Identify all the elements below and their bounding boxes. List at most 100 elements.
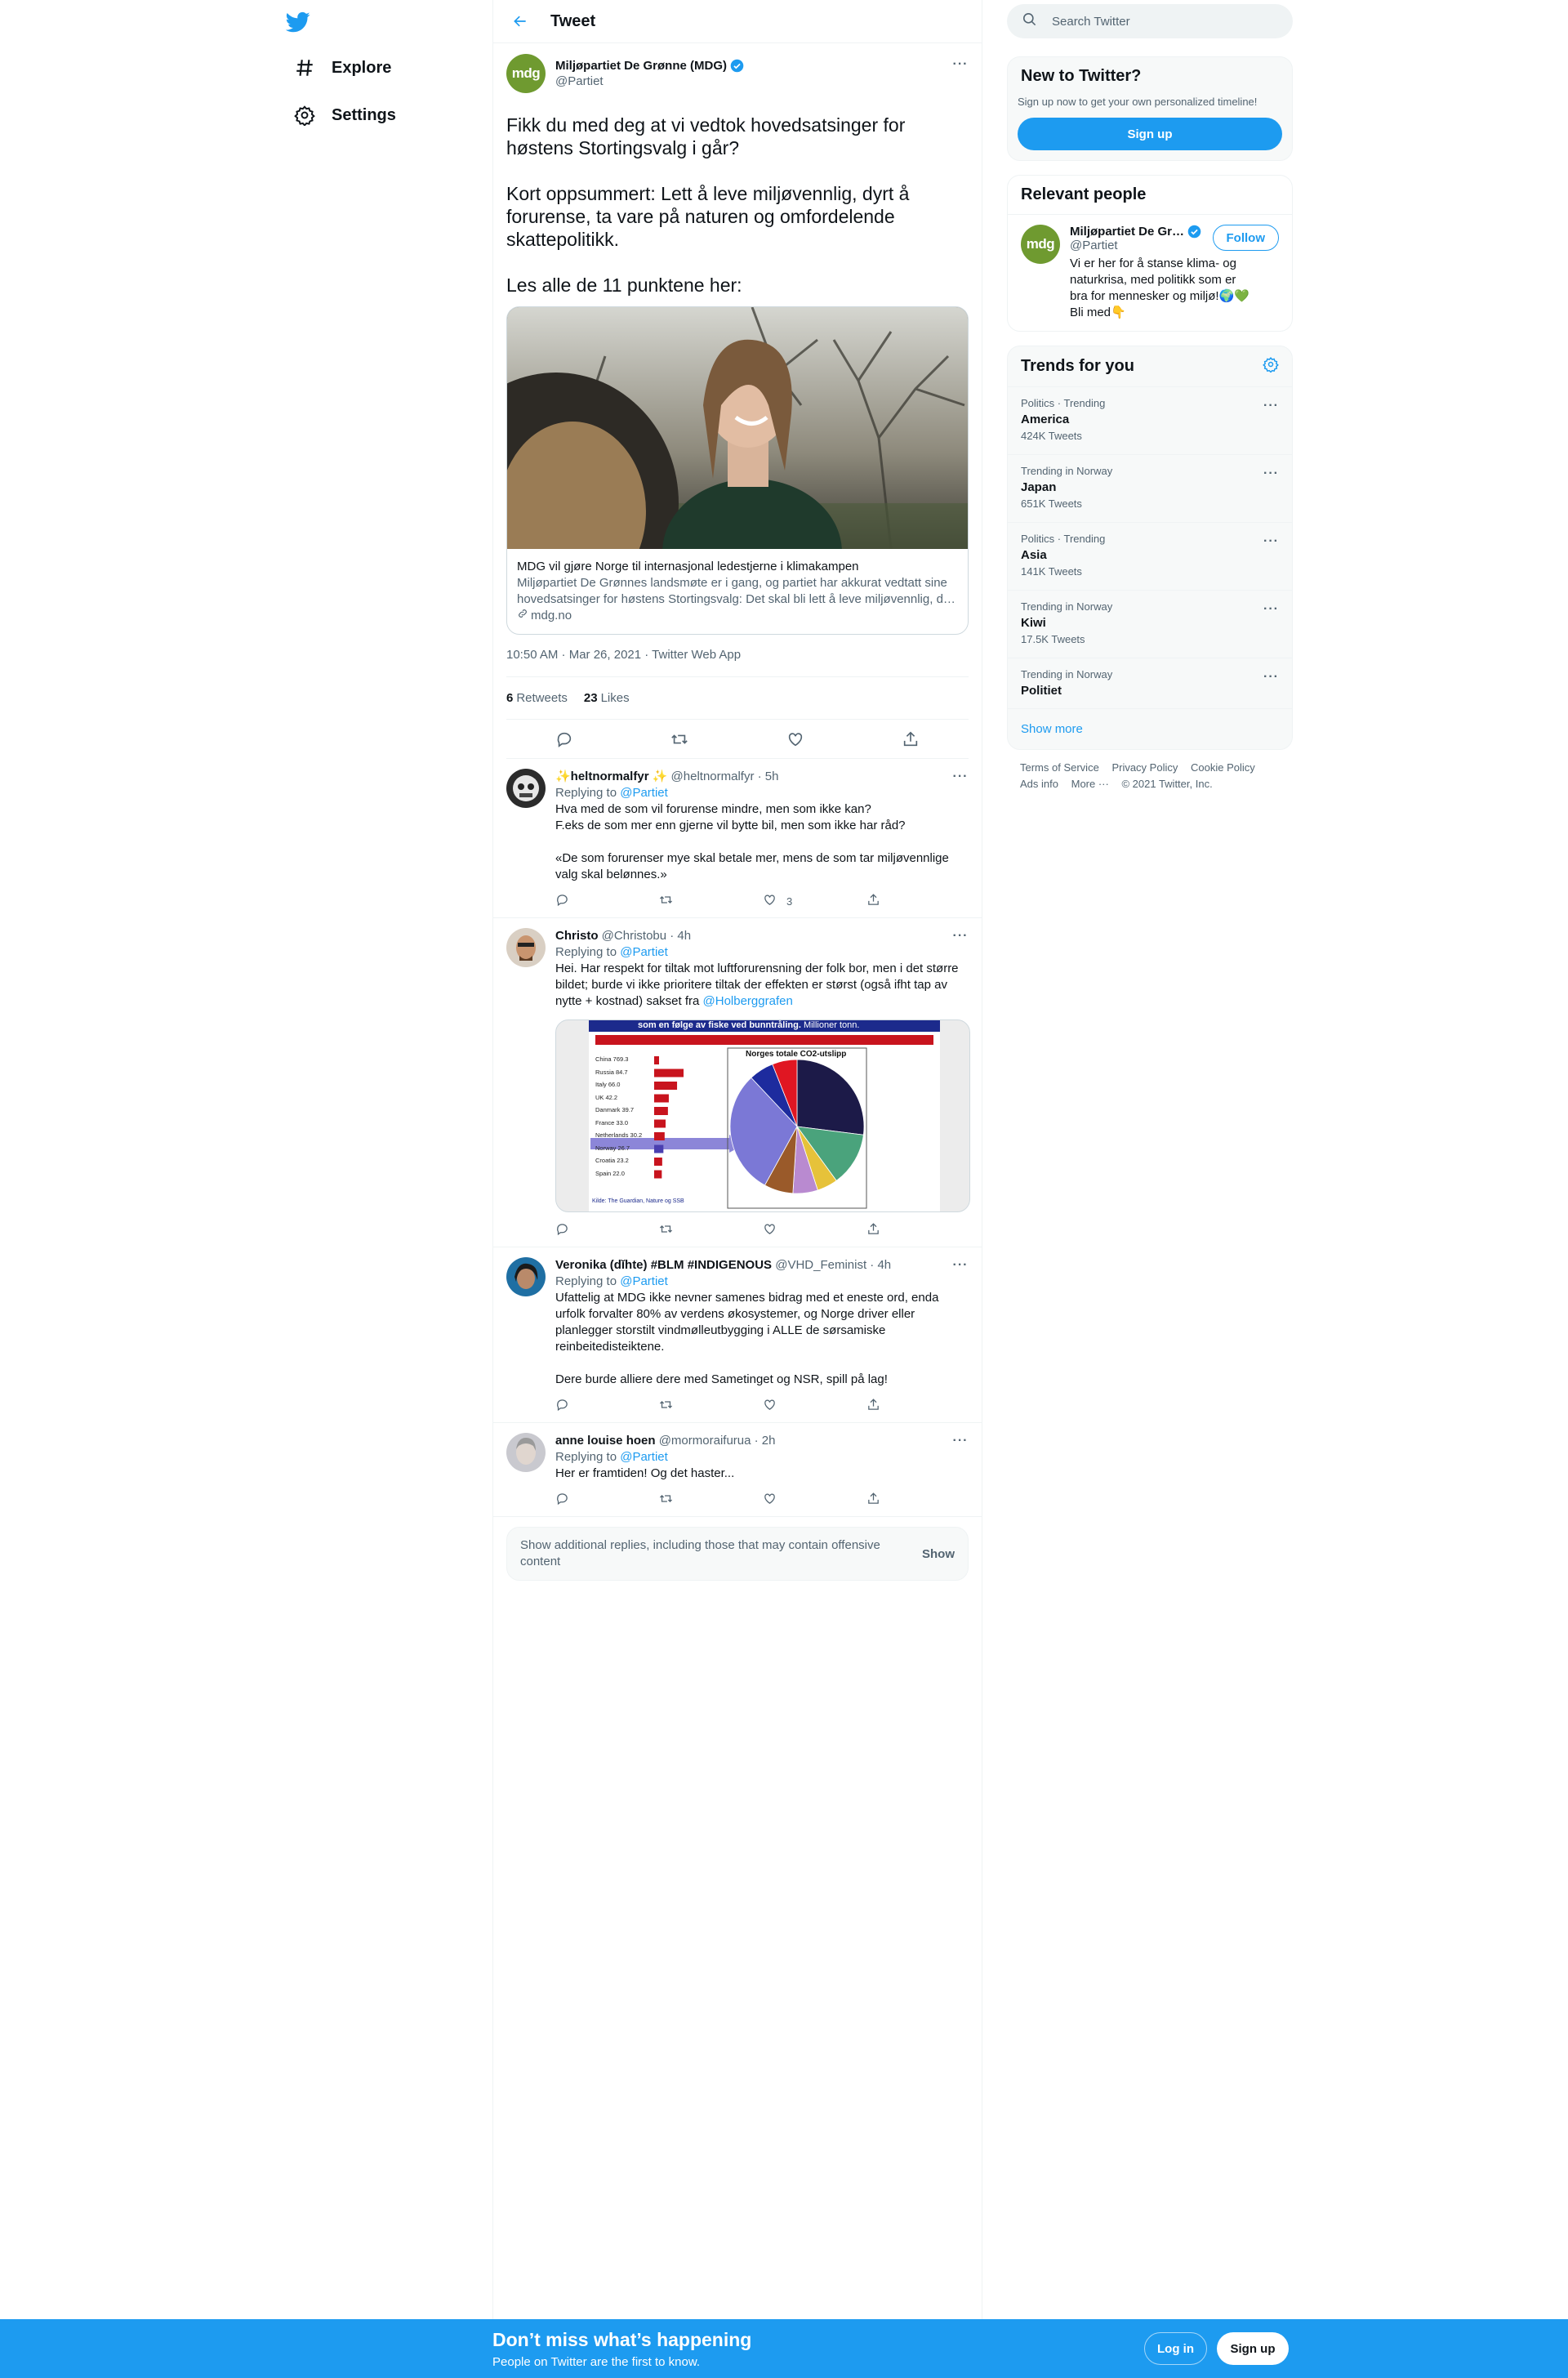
person-name[interactable]: Miljøpartiet De Gr…: [1070, 225, 1184, 239]
follow-button[interactable]: Follow: [1212, 225, 1279, 251]
embedded-chart-image[interactable]: som en følge av fiske ved bunntråling. M…: [555, 1019, 970, 1212]
verified-badge-icon: [1187, 225, 1201, 239]
reply-tweet[interactable]: Christo @Christobu · 4h Replying to @Par…: [493, 918, 982, 1247]
bar-label: Danmark 39.7: [595, 1106, 635, 1113]
avatar[interactable]: [506, 769, 546, 808]
signup-button[interactable]: Sign up: [1217, 2332, 1289, 2365]
share-icon[interactable]: [902, 730, 920, 748]
avatar[interactable]: [506, 1257, 546, 1296]
like-icon[interactable]: [786, 730, 804, 748]
retweet-icon[interactable]: [670, 730, 688, 748]
back-arrow-icon[interactable]: [506, 7, 534, 35]
link-card[interactable]: MDG vil gjøre Norge til internasjonal le…: [506, 306, 969, 635]
relevant-person[interactable]: mdg Miljøpartiet De Gr… @Partiet Vi er h…: [1008, 214, 1292, 331]
retweets-stat[interactable]: 6 Retweets: [506, 691, 568, 705]
reply-tweet[interactable]: anne louise hoen @mormoraifurua · 2h Rep…: [493, 1423, 982, 1517]
trend-item[interactable]: Trending in Norway Kiwi 17.5K Tweets ···: [1008, 591, 1292, 658]
show-button[interactable]: Show: [922, 1547, 955, 1561]
settings-gear-icon[interactable]: [1263, 356, 1279, 377]
more-options-icon[interactable]: ···: [952, 1433, 969, 1449]
reply-author-handle[interactable]: @VHD_Feminist · 4h: [775, 1258, 891, 1272]
trend-item[interactable]: Politics · Trending America 424K Tweets …: [1008, 387, 1292, 455]
panel-title: Relevant people: [1021, 185, 1147, 203]
reply-author-handle[interactable]: @heltnormalfyr · 5h: [671, 770, 779, 783]
reply-text: Ufattelig at MDG ikke nevner samenes bid…: [555, 1291, 939, 1386]
trend-count: 17.5K Tweets: [1021, 633, 1085, 645]
signup-button[interactable]: Sign up: [1018, 118, 1282, 150]
share-icon[interactable]: [866, 1398, 880, 1414]
author-name[interactable]: Miljøpartiet De Grønne (MDG): [555, 59, 727, 73]
author-handle[interactable]: @Partiet: [555, 74, 744, 88]
retweet-icon[interactable]: [659, 893, 673, 909]
replying-to-mention[interactable]: @Partiet: [620, 1274, 668, 1288]
login-button[interactable]: Log in: [1144, 2332, 1207, 2365]
footer-link[interactable]: Terms of Service: [1020, 761, 1099, 774]
likes-stat[interactable]: 23 Likes: [584, 691, 630, 705]
more-options-icon[interactable]: ···: [1263, 602, 1279, 617]
more-options-icon[interactable]: ···: [952, 56, 969, 73]
avatar[interactable]: [506, 928, 546, 967]
reply-icon[interactable]: [555, 1398, 569, 1414]
show-more-trends-link[interactable]: Show more: [1008, 709, 1292, 749]
trend-item[interactable]: Politics · Trending Asia 141K Tweets ···: [1008, 523, 1292, 591]
pie-title: Norges totale CO2-utslipp: [746, 1050, 847, 1059]
more-options-icon[interactable]: ···: [952, 1257, 969, 1274]
avatar[interactable]: [506, 1433, 546, 1472]
reply-icon[interactable]: [555, 1222, 569, 1238]
replying-to-mention[interactable]: @Partiet: [620, 1450, 668, 1464]
more-options-icon[interactable]: ···: [1263, 466, 1279, 481]
share-icon[interactable]: [866, 1222, 880, 1238]
like-icon[interactable]: [763, 1222, 777, 1238]
footer-link[interactable]: More ···: [1071, 778, 1109, 790]
reply-icon[interactable]: [555, 893, 569, 909]
reply-author-name[interactable]: ✨heltnormalfyr ✨: [555, 770, 667, 783]
retweet-icon[interactable]: [659, 1398, 673, 1414]
trend-item[interactable]: Trending in Norway Politiet ···: [1008, 658, 1292, 709]
show-additional-replies[interactable]: Show additional replies, including those…: [506, 1527, 969, 1581]
tweet-timestamp[interactable]: 10:50 AM · Mar 26, 2021 · Twitter Web Ap…: [506, 648, 969, 677]
reply-author-name[interactable]: Veronika (dǐhte) #BLM #INDIGENOUS: [555, 1258, 772, 1272]
share-icon[interactable]: [866, 893, 880, 909]
card-description: Miljøpartiet De Grønnes landsmøte er i g…: [517, 576, 957, 606]
more-options-icon[interactable]: ···: [1263, 399, 1279, 413]
verified-badge-icon: [730, 59, 744, 73]
replying-to-mention[interactable]: @Partiet: [620, 945, 668, 959]
more-options-icon[interactable]: ···: [952, 928, 969, 944]
bar-label: Spain 22.0: [595, 1169, 625, 1177]
retweets-label: Retweets: [516, 691, 568, 705]
twitter-logo-icon[interactable]: [285, 10, 314, 33]
like-icon[interactable]: [763, 1398, 777, 1414]
share-icon[interactable]: [866, 1492, 880, 1508]
more-options-icon[interactable]: ···: [952, 769, 969, 785]
retweet-icon[interactable]: [659, 1492, 673, 1508]
main-tweet: mdg Miljøpartiet De Grønne (MDG) @Partie…: [493, 43, 982, 759]
reply-tweet[interactable]: ✨heltnormalfyr ✨ @heltnormalfyr · 5h Rep…: [493, 759, 982, 918]
search-input[interactable]: Search Twitter: [1052, 15, 1130, 29]
trend-count: 141K Tweets: [1021, 565, 1082, 578]
mention-link[interactable]: @Holberggrafen: [703, 994, 793, 1008]
replying-to-mention[interactable]: @Partiet: [620, 786, 668, 800]
reply-icon[interactable]: [555, 730, 573, 748]
footer-link[interactable]: Ads info: [1020, 778, 1058, 790]
like-icon[interactable]: [763, 1492, 777, 1508]
reply-tweet[interactable]: Veronika (dǐhte) #BLM #INDIGENOUS @VHD_F…: [493, 1247, 982, 1423]
person-bio: Vi er her for å stanse klima- og naturkr…: [1070, 257, 1250, 319]
footer-link[interactable]: Cookie Policy: [1191, 761, 1255, 774]
more-options-icon[interactable]: ···: [1263, 534, 1279, 549]
avatar[interactable]: mdg: [506, 54, 546, 93]
more-options-icon[interactable]: ···: [1263, 670, 1279, 685]
footer-link[interactable]: Privacy Policy: [1111, 761, 1178, 774]
reply-author-name[interactable]: Christo: [555, 929, 599, 943]
trend-item[interactable]: Trending in Norway Japan 651K Tweets ···: [1008, 455, 1292, 523]
retweet-icon[interactable]: [659, 1222, 673, 1238]
reply-author-handle[interactable]: @Christobu · 4h: [602, 929, 691, 943]
avatar[interactable]: mdg: [1021, 225, 1060, 264]
reply-author-handle[interactable]: @mormoraifurua · 2h: [659, 1434, 776, 1448]
reply-author-name[interactable]: anne louise hoen: [555, 1434, 656, 1448]
reply-icon[interactable]: [555, 1492, 569, 1508]
new-to-twitter-panel: New to Twitter? Sign up now to get your …: [1007, 56, 1293, 161]
nav-settings[interactable]: Settings: [284, 95, 406, 136]
search-box[interactable]: Search Twitter: [1007, 4, 1293, 38]
nav-explore[interactable]: Explore: [284, 47, 401, 88]
like-icon[interactable]: [763, 893, 777, 909]
